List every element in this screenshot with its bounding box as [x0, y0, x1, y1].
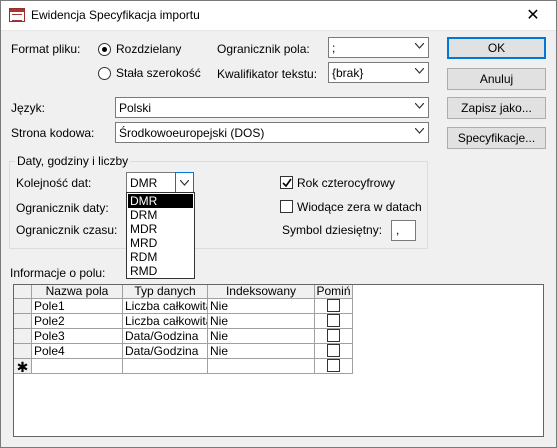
table-cell-indexed[interactable]: Nie: [208, 344, 315, 359]
four-digit-year-checkbox[interactable]: [280, 176, 293, 189]
language-value: Polski: [119, 101, 152, 115]
chevron-down-icon: [415, 103, 424, 109]
row-selector[interactable]: [14, 344, 32, 359]
leading-zeros-label[interactable]: Wiodące zera w datach: [297, 200, 422, 214]
table-cell-type[interactable]: Liczba całkowita dł: [123, 299, 208, 314]
row-selector[interactable]: [14, 329, 32, 344]
import-spec-dialog: Ewidencja Specyfikacja importu ✕ Format …: [0, 0, 557, 448]
title-bar: Ewidencja Specyfikacja importu ✕: [1, 1, 556, 31]
save-as-button[interactable]: Zapisz jako...: [447, 97, 546, 119]
skip-checkbox[interactable]: [327, 314, 340, 327]
table-cell-type[interactable]: Data/Godzina: [123, 329, 208, 344]
field-delimiter-label: Ogranicznik pola:: [217, 42, 310, 56]
row-selector[interactable]: [14, 314, 32, 329]
new-row-marker-icon[interactable]: ✱: [14, 359, 32, 375]
skip-checkbox[interactable]: [327, 329, 340, 342]
access-form-icon: [9, 8, 25, 22]
decimal-symbol-input[interactable]: ,: [391, 220, 416, 241]
text-qualifier-label: Kwalifikator tekstu:: [217, 67, 318, 81]
date-order-combo[interactable]: DMR: [126, 172, 194, 193]
table-cell-type[interactable]: Data/Godzina: [123, 344, 208, 359]
new-row-cell-skip: [315, 359, 353, 374]
table-cell-name[interactable]: Pole3: [32, 329, 123, 344]
checkmark-icon: [282, 178, 292, 188]
date-order-dropdown-list: DMR DRM MDR MRD RDM RMD: [126, 192, 195, 279]
table-cell-skip: [315, 299, 353, 314]
radio-fixed-width[interactable]: [98, 67, 111, 80]
language-label: Język:: [11, 101, 46, 115]
chevron-down-icon: [415, 43, 424, 49]
date-order-option[interactable]: DRM: [128, 208, 193, 222]
codepage-combo[interactable]: Środkowoeuropejski (DOS): [115, 122, 429, 143]
radio-fixed-width-label[interactable]: Stała szerokość: [116, 66, 201, 80]
ok-button[interactable]: OK: [447, 37, 546, 59]
codepage-value: Środkowoeuropejski (DOS): [119, 126, 265, 140]
skip-checkbox[interactable]: [327, 359, 340, 372]
date-order-option[interactable]: MDR: [128, 222, 193, 236]
leading-zeros-checkbox[interactable]: [280, 200, 293, 213]
text-qualifier-combo[interactable]: {brak}: [328, 62, 429, 83]
four-digit-year-label[interactable]: Rok czterocyfrowy: [297, 176, 395, 190]
new-row-cell-type[interactable]: [123, 359, 208, 374]
table-cell-indexed[interactable]: Nie: [208, 299, 315, 314]
cancel-button[interactable]: Anuluj: [447, 68, 546, 90]
table-cell-type[interactable]: Liczba całkowita dł: [123, 314, 208, 329]
chevron-down-icon: [180, 180, 189, 186]
close-button[interactable]: ✕: [510, 1, 556, 31]
window-title: Ewidencja Specyfikacja importu: [31, 8, 200, 22]
column-header-name[interactable]: Nazwa pola: [32, 285, 123, 299]
column-header-indexed[interactable]: Indeksowany: [208, 285, 315, 299]
new-row-cell-name[interactable]: [32, 359, 123, 374]
grid-corner[interactable]: [14, 285, 32, 299]
radio-delimited[interactable]: [98, 43, 111, 56]
table-cell-name[interactable]: Pole2: [32, 314, 123, 329]
time-delimiter-label: Ogranicznik czasu:: [16, 223, 118, 237]
date-order-option[interactable]: DMR: [128, 194, 193, 208]
date-order-value: DMR: [130, 176, 158, 190]
table-cell-indexed[interactable]: Nie: [208, 329, 315, 344]
file-format-label: Format pliku:: [11, 42, 81, 56]
date-order-label: Kolejność dat:: [16, 176, 92, 190]
dates-group-title: Daty, godziny i liczby: [15, 154, 131, 168]
date-order-option[interactable]: RDM: [128, 250, 193, 264]
skip-checkbox[interactable]: [327, 299, 340, 312]
table-cell-indexed[interactable]: Nie: [208, 314, 315, 329]
field-info-label: Informacje o polu:: [10, 266, 106, 280]
new-row-cell-indexed[interactable]: [208, 359, 315, 374]
table-cell-skip: [315, 329, 353, 344]
decimal-symbol-value: ,: [396, 223, 400, 237]
language-combo[interactable]: Polski: [115, 97, 429, 118]
field-delimiter-value: ;: [332, 41, 336, 55]
table-cell-name[interactable]: Pole1: [32, 299, 123, 314]
row-selector[interactable]: [14, 299, 32, 314]
date-order-option[interactable]: MRD: [128, 236, 193, 250]
close-icon: ✕: [526, 7, 540, 24]
field-delimiter-combo[interactable]: ;: [328, 37, 429, 58]
date-order-option[interactable]: RMD: [128, 264, 193, 278]
field-info-grid: Nazwa pola Typ danych Indeksowany Pomiń …: [13, 284, 544, 437]
table-cell-skip: [315, 344, 353, 359]
radio-delimited-label[interactable]: Rozdzielany: [116, 42, 181, 56]
text-qualifier-value: {brak}: [332, 66, 364, 80]
column-header-type[interactable]: Typ danych: [123, 285, 208, 299]
date-delimiter-label: Ogranicznik daty:: [16, 201, 109, 215]
codepage-label: Strona kodowa:: [11, 126, 95, 140]
chevron-down-icon: [415, 68, 424, 74]
skip-checkbox[interactable]: [327, 344, 340, 357]
table-cell-skip: [315, 314, 353, 329]
decimal-symbol-label: Symbol dziesiętny:: [282, 223, 383, 237]
specifications-button[interactable]: Specyfikacje...: [447, 127, 546, 149]
chevron-down-icon: [415, 128, 424, 134]
column-header-skip[interactable]: Pomiń: [315, 285, 353, 299]
table-cell-name[interactable]: Pole4: [32, 344, 123, 359]
